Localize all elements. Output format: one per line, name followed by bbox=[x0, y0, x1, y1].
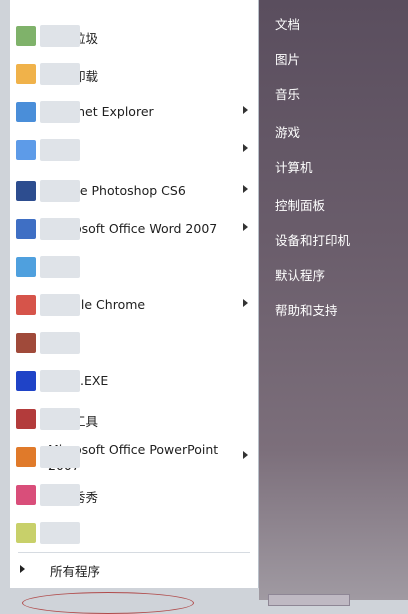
chevron-right-icon bbox=[243, 451, 248, 459]
program-list-pane: 清理垃圾软件卸载 Internet Explorer 迅雷 Adobe Photosh… bbox=[10, 0, 259, 588]
program-item[interactable]: 软件卸载 bbox=[10, 57, 258, 91]
blur-mask bbox=[40, 522, 80, 544]
start-menu: 清理垃圾软件卸载 Internet Explorer 迅雷 Adobe Photosh… bbox=[0, 0, 408, 614]
blur-mask bbox=[40, 370, 80, 392]
program-icon bbox=[16, 333, 36, 353]
chevron-right-icon bbox=[243, 185, 248, 193]
program-icon bbox=[16, 523, 36, 543]
program-item[interactable]: Adobe Photoshop CS6 bbox=[10, 174, 258, 208]
right-item-music[interactable]: 音乐 bbox=[263, 82, 403, 108]
all-programs-button[interactable]: 所有程序 bbox=[10, 556, 258, 582]
program-item[interactable]: DATA.EXE bbox=[10, 364, 258, 398]
blur-mask bbox=[40, 101, 80, 123]
program-icon bbox=[16, 485, 36, 505]
blur-mask bbox=[40, 180, 80, 202]
program-item[interactable]: Microsoft Office PowerPoint 2007 bbox=[10, 440, 258, 474]
blur-mask bbox=[40, 484, 80, 506]
blur-mask bbox=[40, 63, 80, 85]
blur-mask bbox=[40, 332, 80, 354]
program-icon bbox=[16, 64, 36, 84]
chevron-right-icon bbox=[243, 106, 248, 114]
program-item[interactable]: 美图秀秀 bbox=[10, 478, 258, 512]
program-item[interactable]: 截图工具 bbox=[10, 402, 258, 436]
program-item[interactable] bbox=[10, 516, 258, 550]
blur-mask bbox=[40, 256, 80, 278]
blur-mask bbox=[40, 294, 80, 316]
blur-mask bbox=[40, 408, 80, 430]
program-icon bbox=[16, 140, 36, 160]
program-list-divider bbox=[18, 552, 250, 553]
program-icon bbox=[16, 447, 36, 467]
program-item[interactable]: 迅雷 bbox=[10, 133, 258, 167]
chevron-right-icon bbox=[243, 223, 248, 231]
program-item[interactable]: 清理垃圾 bbox=[10, 19, 258, 53]
search-highlight[interactable] bbox=[22, 592, 194, 614]
all-programs-label: 所有程序 bbox=[50, 564, 101, 579]
right-item-games[interactable]: 游戏 bbox=[263, 120, 403, 146]
right-item-help-support[interactable]: 帮助和支持 bbox=[263, 298, 403, 324]
program-item[interactable]: Internet Explorer bbox=[10, 95, 258, 129]
program-icon bbox=[16, 219, 36, 239]
program-icon bbox=[16, 181, 36, 201]
program-icon bbox=[16, 102, 36, 122]
shutdown-button[interactable] bbox=[268, 594, 350, 606]
blur-mask bbox=[40, 139, 80, 161]
program-item[interactable]: Google Chrome bbox=[10, 288, 258, 322]
chevron-right-icon bbox=[243, 299, 248, 307]
program-item[interactable] bbox=[10, 250, 258, 284]
blur-mask bbox=[40, 218, 80, 240]
program-icon bbox=[16, 26, 36, 46]
program-icon bbox=[16, 409, 36, 429]
right-item-default-programs[interactable]: 默认程序 bbox=[263, 263, 403, 289]
program-icon bbox=[16, 257, 36, 277]
chevron-right-icon bbox=[243, 144, 248, 152]
blur-mask bbox=[40, 446, 80, 468]
program-icon bbox=[16, 295, 36, 315]
right-item-documents[interactable]: 文档 bbox=[263, 12, 403, 38]
blur-mask bbox=[40, 25, 80, 47]
right-item-control-panel[interactable]: 控制面板 bbox=[263, 193, 403, 219]
right-item-devices-printers[interactable]: 设备和打印机 bbox=[263, 228, 403, 254]
program-icon bbox=[16, 371, 36, 391]
right-item-computer[interactable]: 计算机 bbox=[263, 155, 403, 181]
places-pane: 文档 图片 音乐 游戏 计算机 控制面板 设备和打印机 默认程序 帮助和支持 bbox=[259, 0, 408, 600]
program-item[interactable] bbox=[10, 326, 258, 360]
program-item[interactable]: Microsoft Office Word 2007 bbox=[10, 212, 258, 246]
chevron-right-icon bbox=[20, 565, 25, 573]
right-item-pictures[interactable]: 图片 bbox=[263, 47, 403, 73]
